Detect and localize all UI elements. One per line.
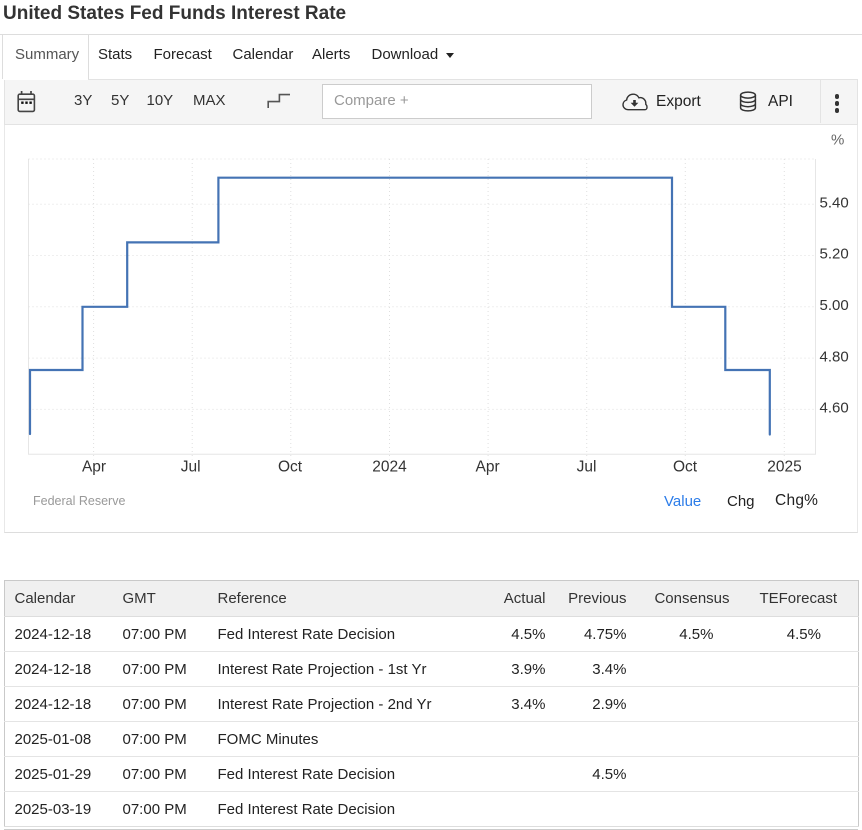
svg-text:Jul: Jul — [577, 459, 597, 476]
svg-text:Oct: Oct — [673, 459, 698, 476]
svg-text:2024: 2024 — [372, 459, 407, 476]
svg-text:Apr: Apr — [82, 459, 106, 476]
svg-text:Oct: Oct — [278, 459, 303, 476]
svg-text:4.60: 4.60 — [820, 400, 849, 417]
svg-text:4.80: 4.80 — [820, 348, 849, 365]
svg-text:5.00: 5.00 — [820, 297, 849, 314]
svg-text:Apr: Apr — [476, 459, 500, 476]
svg-text:Jul: Jul — [181, 459, 201, 476]
svg-text:5.20: 5.20 — [820, 246, 849, 263]
svg-text:2025: 2025 — [767, 459, 801, 476]
svg-text:5.40: 5.40 — [820, 194, 849, 211]
svg-text:%: % — [831, 132, 844, 149]
